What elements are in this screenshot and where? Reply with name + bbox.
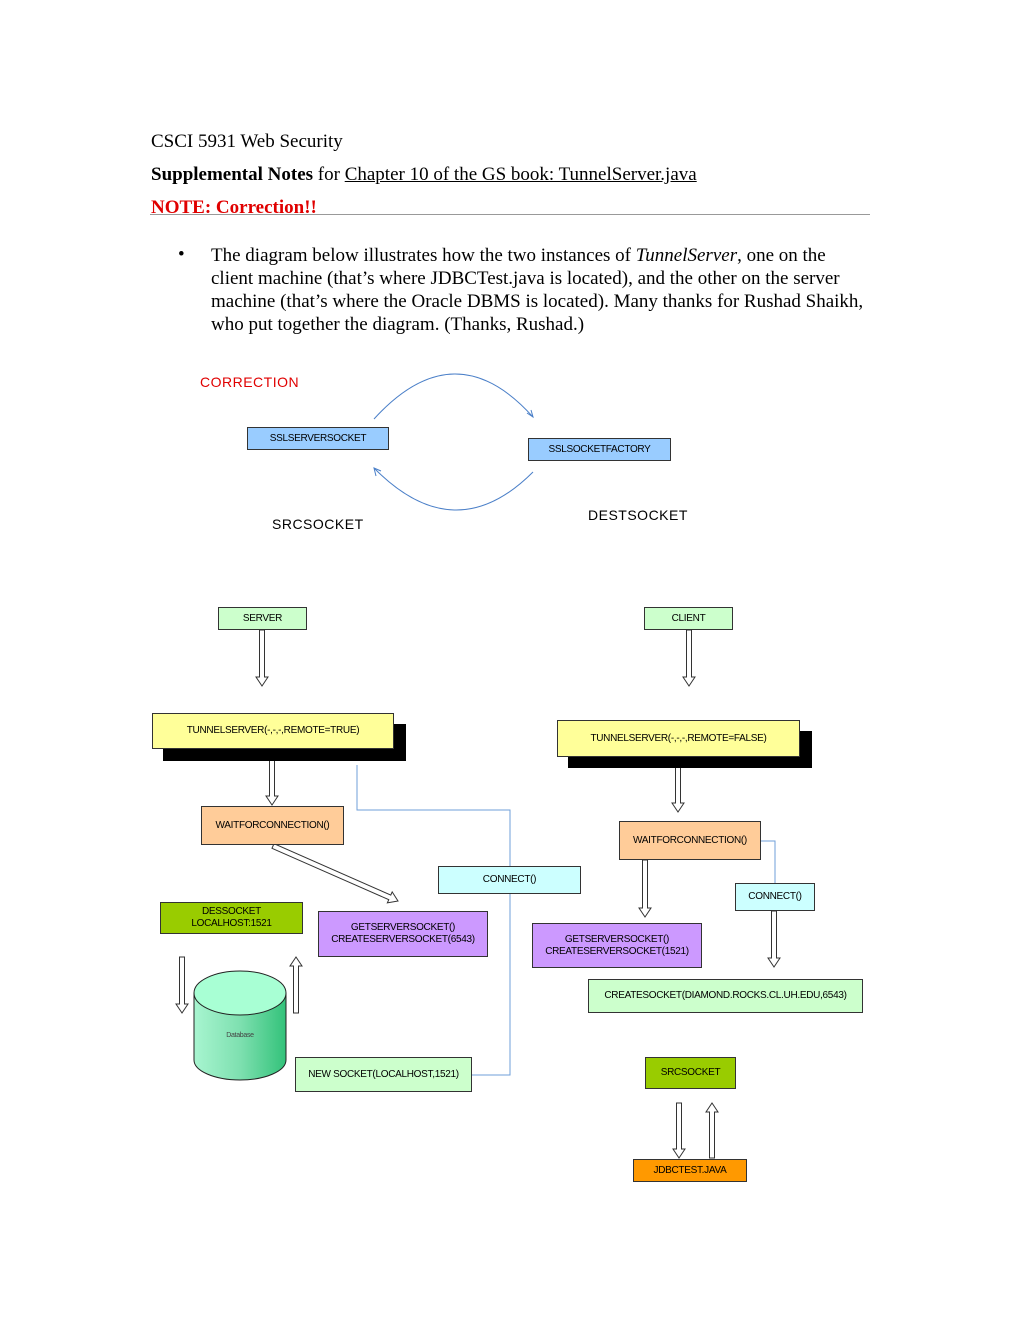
database-cylinder-icon [193, 970, 287, 1081]
srcsocket-box: SRCSOCKET [645, 1057, 736, 1089]
database-label: Database [226, 1032, 254, 1039]
newsocket-box: NEW SOCKET(LOCALHOST,1521) [295, 1057, 472, 1092]
document-page: CSCI 5931 Web Security Supplemental Note… [0, 0, 1020, 1320]
jdbctest-box: JDBCTEST.JAVA [633, 1159, 747, 1182]
